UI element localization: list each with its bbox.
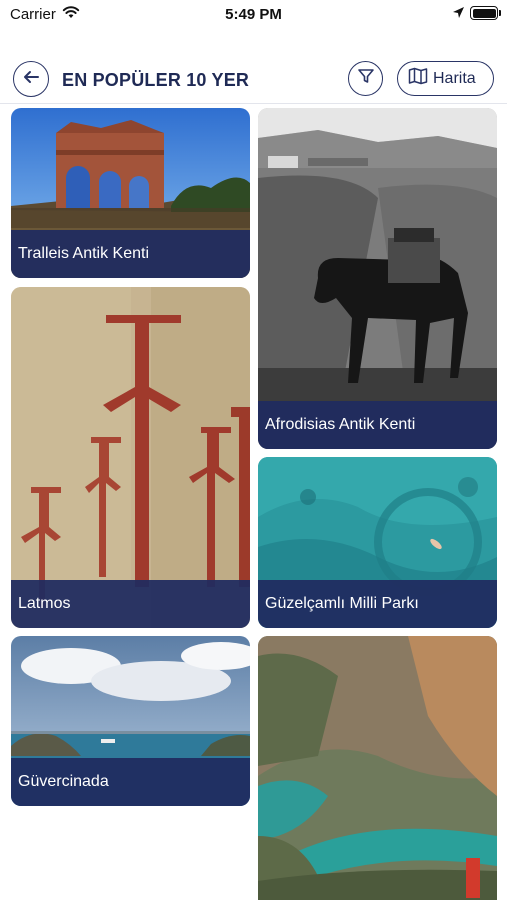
map-button[interactable]: Harita bbox=[397, 61, 494, 96]
battery-icon bbox=[470, 6, 498, 20]
location-arrow-icon bbox=[452, 6, 465, 24]
place-name: Güzelçamlı Milli Parkı bbox=[265, 595, 419, 612]
place-caption: Latmos bbox=[11, 580, 250, 628]
place-caption: Güvercinada bbox=[11, 758, 250, 806]
folded-map-icon bbox=[408, 67, 428, 90]
afrodisias-photo bbox=[258, 108, 497, 449]
place-card-guvercinada[interactable]: Güvercinada bbox=[11, 636, 250, 806]
place-caption: Tralleis Antik Kenti bbox=[11, 230, 250, 278]
place-name: Afrodisias Antik Kenti bbox=[265, 416, 416, 433]
map-button-label: Harita bbox=[433, 69, 476, 87]
place-card-canyon[interactable] bbox=[258, 636, 497, 900]
nav-header: EN POPÜLER 10 YER Harita bbox=[0, 48, 507, 104]
place-name: Güvercinada bbox=[18, 773, 109, 790]
canyon-photo bbox=[258, 636, 497, 900]
arrow-left-icon bbox=[22, 69, 40, 90]
status-time: 5:49 PM bbox=[225, 6, 282, 23]
place-card-tralleis[interactable]: Tralleis Antik Kenti bbox=[11, 108, 250, 278]
place-name: Tralleis Antik Kenti bbox=[18, 245, 150, 262]
place-caption: Güzelçamlı Milli Parkı bbox=[258, 580, 497, 628]
place-caption: Afrodisias Antik Kenti bbox=[258, 401, 497, 449]
place-card-guzelcamli[interactable]: Güzelçamlı Milli Parkı bbox=[258, 457, 497, 628]
latmos-photo bbox=[11, 287, 250, 628]
back-button[interactable] bbox=[13, 61, 49, 97]
filter-button[interactable] bbox=[348, 61, 383, 96]
funnel-icon bbox=[357, 67, 375, 90]
status-bar: Carrier 5:49 PM bbox=[0, 0, 507, 30]
place-card-afrodisias[interactable]: Afrodisias Antik Kenti bbox=[258, 108, 497, 449]
place-card-latmos[interactable]: Latmos bbox=[11, 287, 250, 628]
page-title: EN POPÜLER 10 YER bbox=[62, 70, 250, 90]
place-name: Latmos bbox=[18, 595, 71, 612]
